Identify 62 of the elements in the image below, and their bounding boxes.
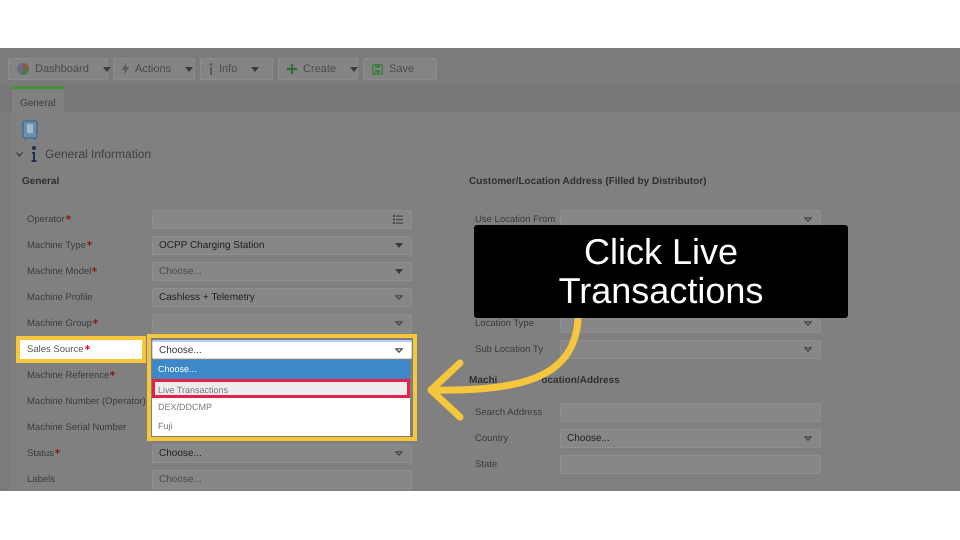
section-title: General Information <box>45 147 152 161</box>
dropdown-field[interactable]: Choose... <box>152 444 412 463</box>
caret-icon <box>395 295 403 300</box>
info-icon <box>209 63 213 75</box>
field-label: Machine Serial Number <box>27 422 128 433</box>
field-label: Machine Profile <box>27 292 94 303</box>
dropdown-field[interactable]: Choose... <box>560 429 821 448</box>
save-icon <box>372 64 383 74</box>
caret-icon <box>804 347 812 352</box>
toolbar-button[interactable]: Create <box>278 58 358 80</box>
plus-icon <box>287 64 297 74</box>
field-label: Labels <box>27 474 56 485</box>
section-heading: Machi <box>469 375 498 386</box>
toolbar-button[interactable]: Info <box>200 58 273 80</box>
pie-chart-icon <box>17 63 29 75</box>
field-label: Country <box>475 433 510 444</box>
field-label: Machine Number (Operator) <box>27 396 147 407</box>
dropdown-field[interactable]: Choose... <box>152 340 412 359</box>
field-label: State <box>475 459 498 470</box>
field-label: Machine Group <box>27 318 152 329</box>
dropdown-option[interactable]: DEX/DDCMP <box>152 398 410 417</box>
callout-tooltip: Click Live Transactions <box>474 225 848 318</box>
caret-icon <box>395 321 403 326</box>
caret-icon <box>804 436 812 441</box>
caret-icon <box>395 243 403 248</box>
field-label: Operator <box>27 214 152 225</box>
dropdown-option[interactable]: Fuji <box>152 417 410 436</box>
machine-icon <box>22 120 38 140</box>
caret-icon <box>395 451 403 456</box>
section-heading: Customer/Location Address (Filled by Distributor) <box>469 176 708 187</box>
field-label: Status <box>27 448 152 459</box>
field-label: Sales Source <box>16 336 146 363</box>
info-icon <box>31 146 37 162</box>
field-label: Machine Model <box>27 266 152 277</box>
caret-icon <box>395 348 403 352</box>
section-heading: ocation/Address <box>541 375 620 386</box>
field-label: Search Address <box>475 407 544 418</box>
list-icon <box>393 215 403 224</box>
section-heading: General <box>22 176 60 187</box>
toolbar-button[interactable]: Dashboard <box>8 58 108 80</box>
field-label: Machine Type <box>27 240 152 251</box>
dropdown-field[interactable]: OCPP Charging Station <box>152 236 412 255</box>
text-field[interactable]: Choose... <box>152 470 412 489</box>
toolbar-button[interactable]: Actions <box>113 58 195 80</box>
tab[interactable]: General <box>12 86 64 112</box>
dropdown-field[interactable]: Cashless + Telemetry <box>152 288 412 307</box>
caret-icon <box>395 269 403 274</box>
toolbar-button[interactable]: Save <box>363 58 437 80</box>
dropdown-option[interactable]: Live Transactions <box>152 379 410 398</box>
caret-icon <box>804 217 812 222</box>
field-label: Machine Reference <box>27 370 152 381</box>
dropdown-field[interactable] <box>152 314 412 333</box>
field-label: Location Type <box>475 318 535 329</box>
field-label: Sub Location Ty <box>475 344 544 355</box>
chevron-icon[interactable] <box>16 152 23 156</box>
field-label: Use Location From <box>475 214 556 225</box>
lightning-icon <box>122 63 129 75</box>
dropdown-field[interactable]: Choose... <box>152 262 412 281</box>
caret-icon <box>804 321 812 326</box>
dropdown-option[interactable]: Choose... <box>152 360 410 379</box>
lookup-field[interactable] <box>152 210 412 229</box>
dropdown-field[interactable] <box>560 340 821 359</box>
